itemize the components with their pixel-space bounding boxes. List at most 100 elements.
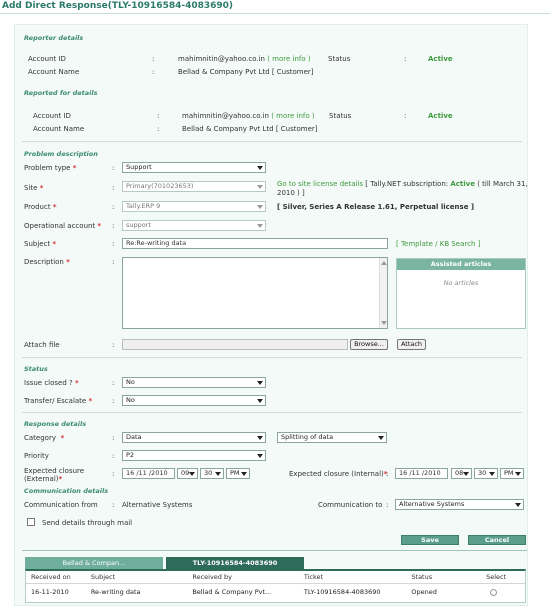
colon: : — [404, 55, 407, 63]
problem-type-label: Problem type * — [24, 164, 77, 172]
external-closure-label-2: (External)* — [24, 475, 63, 483]
internal-closure-date[interactable]: 16 /11 /2010 — [395, 468, 448, 479]
colon: : — [112, 397, 115, 405]
category-select[interactable]: Data — [122, 432, 266, 443]
colon: : — [152, 68, 155, 76]
site-select[interactable]: Primary(701023653) — [122, 181, 266, 192]
subscription-end: 2010 ) ] — [277, 189, 305, 197]
colon: : — [386, 501, 389, 509]
external-closure-hour[interactable]: 09 — [177, 468, 198, 479]
colon: : — [112, 470, 115, 478]
window-title: Add Direct Response(TLY-10916584-4083690… — [0, 0, 550, 14]
reporter-account-name: Bellad & Company Pvt Ltd [ Customer] — [178, 68, 314, 76]
table-row[interactable]: 16-11-2010 Re-writing data Bellad & Comp… — [26, 583, 525, 601]
external-closure-minute[interactable]: 30 — [200, 468, 224, 479]
chevron-down-icon — [378, 436, 384, 440]
responses-table: Received on Subject Received by Ticket S… — [25, 569, 526, 603]
chevron-down-icon — [257, 381, 263, 385]
subject-links: [ Template / KB Search ] — [396, 240, 481, 248]
ticket-cell: TLY-10916584-4083690 — [303, 588, 381, 597]
divider — [22, 357, 522, 358]
colon: : — [112, 184, 115, 192]
colon: : — [112, 258, 115, 266]
chevron-down-icon — [215, 472, 221, 476]
kb-search-link[interactable]: KB Search — [440, 240, 476, 248]
received-by-cell: Bellad & Company Pvt... — [192, 588, 272, 597]
priority-label: Priority — [24, 452, 49, 460]
chevron-down-icon — [257, 205, 263, 209]
communication-heading: Communication details — [24, 487, 109, 495]
reporter-more-info-link[interactable]: ( more info ) — [267, 55, 310, 63]
scroll-down-icon[interactable] — [381, 321, 387, 325]
colon: : — [112, 240, 115, 248]
select-cell — [481, 583, 525, 601]
column-header: Select — [481, 571, 525, 584]
template-link[interactable]: Template — [401, 240, 433, 248]
browse-button[interactable]: Browse... — [350, 339, 388, 350]
external-closure-ampm[interactable]: PM — [226, 468, 250, 479]
problem-type-select[interactable]: Support — [122, 162, 266, 173]
column-header: Status — [406, 571, 482, 584]
site-label: Site * — [24, 184, 44, 192]
description-textarea[interactable] — [122, 257, 388, 329]
site-license-link[interactable]: Go to site license details — [277, 180, 363, 188]
communication-to-select[interactable]: Alternative Systems — [395, 499, 524, 510]
column-header: Received by — [187, 571, 299, 584]
column-header: Subject — [85, 571, 188, 584]
colon: : — [112, 452, 115, 460]
assisted-articles-panel: Assisted articles No articles — [396, 258, 526, 329]
product-note: [ Silver, Series A Release 1.61, Perpetu… — [277, 203, 475, 211]
external-closure-date[interactable]: 16 /11 /2010 — [122, 468, 175, 479]
internal-closure-minute[interactable]: 30 — [474, 468, 498, 479]
subject-label: Subject * — [24, 240, 57, 248]
tab-ticket[interactable]: TLY-10916584-4083690 — [166, 557, 304, 569]
internal-closure-hour[interactable]: 08 — [451, 468, 472, 479]
operational-account-label: Operational account * — [24, 222, 102, 230]
subject-cell: Re-writing data — [90, 588, 141, 597]
cancel-button[interactable]: Cancel — [468, 535, 526, 545]
reporter-account-name-label: Account Name — [28, 68, 80, 76]
priority-select[interactable]: P2 — [122, 450, 266, 461]
attach-button[interactable]: Attach — [397, 339, 426, 350]
colon: : — [112, 203, 115, 211]
internal-closure-ampm[interactable]: PM — [500, 468, 524, 479]
save-button[interactable]: Save — [401, 535, 459, 545]
colon: : — [112, 222, 115, 230]
table-header-row: Received on Subject Received by Ticket S… — [26, 571, 525, 584]
product-select[interactable]: Tally.ERP 9 — [122, 201, 266, 212]
received-on-cell: 16-11-2010 — [31, 588, 69, 597]
send-mail-checkbox[interactable] — [27, 518, 35, 526]
status-heading: Status — [24, 365, 48, 373]
select-radio[interactable] — [490, 588, 498, 596]
chevron-down-icon — [257, 166, 263, 170]
transfer-select[interactable]: No — [122, 395, 266, 406]
colon: : — [112, 501, 115, 509]
scroll-up-icon[interactable] — [381, 261, 387, 265]
communication-from: Alternative Systems — [122, 501, 193, 509]
tab-customer[interactable]: Bellad & Compan... — [25, 557, 163, 569]
subject-input[interactable]: Re:Re-writing data — [122, 238, 388, 249]
issue-closed-select[interactable]: No — [122, 377, 266, 388]
internal-closure-label: Expected closure (Internal)* — [289, 470, 388, 478]
response-heading: Response details — [24, 420, 87, 428]
attach-file-path[interactable] — [122, 339, 348, 350]
textarea-scrollbar[interactable] — [379, 258, 387, 328]
chevron-down-icon — [257, 454, 263, 458]
subcategory-select[interactable]: Splitting of data — [277, 432, 387, 443]
site-license-info: Go to site license details [ Tally.NET s… — [277, 180, 528, 188]
send-mail-label: Send details through mail — [42, 519, 133, 527]
operational-account-select[interactable]: support — [122, 220, 266, 231]
chevron-down-icon — [241, 472, 247, 476]
chevron-down-icon — [515, 472, 521, 476]
chevron-down-icon — [257, 185, 263, 189]
communication-from-label: Communication from — [24, 501, 98, 509]
reporter-status-label: Status — [328, 55, 351, 63]
colon: : — [112, 164, 115, 172]
attach-file-label: Attach file — [24, 341, 60, 349]
colon: : — [404, 112, 407, 120]
reported-for-more-info-link[interactable]: ( more info ) — [271, 112, 314, 120]
reported-for-account-name-label: Account Name — [33, 125, 85, 133]
chevron-down-icon — [463, 472, 469, 476]
colon: : — [112, 379, 115, 387]
reported-for-account-name: Bellad & Company Pvt Ltd [ Customer] — [182, 125, 318, 133]
